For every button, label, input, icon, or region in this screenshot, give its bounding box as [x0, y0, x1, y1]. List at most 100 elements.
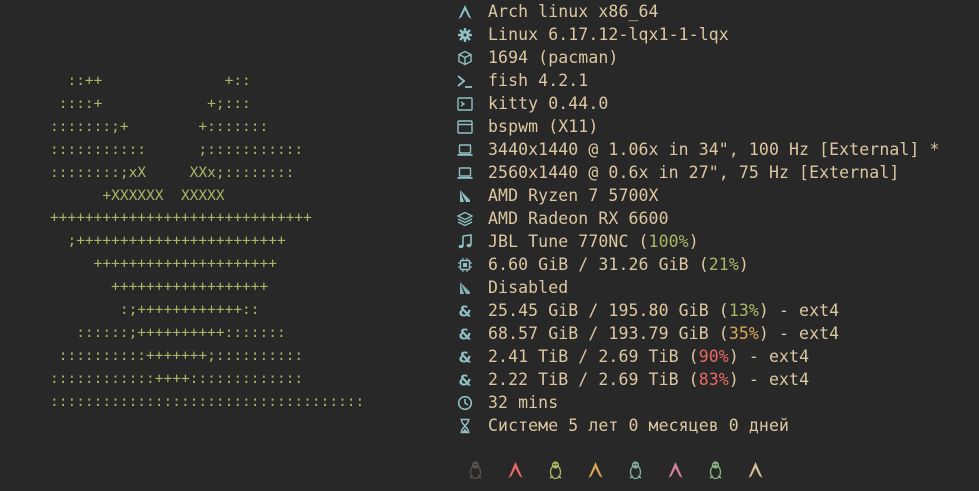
- info-text: 25.45 GiB / 195.80 GiB (: [488, 301, 729, 320]
- terminal-icon: [454, 92, 476, 115]
- info-value: Системе 5 лет 0 месяцев 0 дней: [488, 416, 789, 435]
- info-row: bspwm (X11): [454, 115, 940, 138]
- info-row: & 25.45 GiB / 195.80 GiB (13%) - ext4: [454, 299, 940, 322]
- info-value: Disabled: [488, 278, 568, 297]
- arch-icon: [735, 460, 775, 482]
- svg-text:&: &: [458, 372, 471, 388]
- tux-icon: [455, 460, 495, 482]
- ascii-line: ::::::::;xX XXx;::::::::: [50, 164, 295, 181]
- info-row: Linux 6.17.12-lqx1-1-lqx: [454, 23, 940, 46]
- arch-icon: [495, 460, 535, 482]
- info-text: 1694 (pacman): [488, 48, 619, 67]
- info-suffix: ): [688, 232, 699, 251]
- ascii-line: ++++++++++++++++++: [50, 279, 269, 296]
- cpu-chip-icon: [454, 184, 476, 207]
- info-value: Arch linux x86_64: [488, 2, 659, 21]
- ascii-line: :;++++++++++++::: [50, 302, 260, 319]
- info-value: 6.60 GiB / 31.26 GiB (21%): [488, 255, 749, 274]
- ampersand-disk-icon: &: [454, 322, 476, 345]
- ampersand-disk-icon: &: [454, 368, 476, 391]
- info-value: fish 4.2.1: [488, 71, 588, 90]
- info-text: 6.60 GiB / 31.26 GiB (: [488, 255, 709, 274]
- usage-percent: 35%: [728, 324, 759, 343]
- ascii-line: ::::::::::::++++:::::::::::::: [50, 370, 304, 387]
- window-icon: [454, 115, 476, 138]
- info-row: 32 mins: [454, 391, 940, 414]
- ascii-logo: ::++ +:: ::::+ +;::: :::::::;+ +::::::: …: [50, 70, 364, 414]
- info-text: bspwm (X11): [488, 117, 599, 136]
- info-suffix: ) - ext4: [758, 301, 840, 320]
- ascii-line: ++++++++++++++++++++++++++++++: [50, 210, 312, 227]
- info-text: Системе 5 лет 0 месяцев 0 дней: [488, 416, 790, 435]
- info-text: JBL Tune 770NC (: [488, 232, 649, 251]
- info-text: kitty 0.44.0: [488, 94, 609, 113]
- hourglass-icon: [454, 414, 476, 437]
- info-row: & 2.22 TiB / 2.69 TiB (83%) - ext4: [454, 368, 940, 391]
- info-suffix: ) - ext4: [728, 370, 810, 389]
- ascii-line: ::::::::::: ;:::::::::::: [50, 141, 304, 158]
- info-text: AMD Ryzen 7 5700X: [488, 186, 659, 205]
- info-text: 2560x1440 @ 0.6x in 27", 75 Hz [External…: [488, 163, 900, 182]
- color-palette: [455, 460, 775, 482]
- ascii-line: ;++++++++++++++++++++++++: [50, 233, 286, 250]
- arch-icon: [575, 460, 615, 482]
- gear-icon: [454, 23, 476, 46]
- info-value: AMD Radeon RX 6600: [488, 209, 669, 228]
- ascii-line: ::++ +::: [50, 73, 251, 89]
- info-text: Arch linux x86_64: [488, 2, 659, 21]
- info-suffix: ) - ext4: [758, 324, 840, 343]
- shell-prompt-icon: [454, 69, 476, 92]
- info-text: Linux 6.17.12-lqx1-1-lqx: [488, 25, 729, 44]
- terminal-window: ::++ +:: ::::+ +;::: :::::::;+ +::::::: …: [0, 0, 979, 491]
- info-text: fish 4.2.1: [488, 71, 589, 90]
- info-suffix: ): [738, 255, 749, 274]
- ascii-line: ::::::::::+++++++;::::::::::: [50, 347, 304, 364]
- info-text: 3440x1440 @ 1.06x in 34", 100 Hz [Extern…: [488, 140, 940, 159]
- info-text: 32 mins: [488, 393, 559, 412]
- usage-percent: 83%: [698, 370, 729, 389]
- info-value: bspwm (X11): [488, 117, 598, 136]
- info-value: 1694 (pacman): [488, 48, 618, 67]
- info-row: AMD Radeon RX 6600: [454, 207, 940, 230]
- info-value: 68.57 GiB / 193.79 GiB (35%) - ext4: [488, 324, 839, 343]
- info-row: Disabled: [454, 276, 940, 299]
- tux-icon: [615, 460, 655, 482]
- info-row: Arch linux x86_64: [454, 0, 940, 23]
- info-row: 6.60 GiB / 31.26 GiB (21%): [454, 253, 940, 276]
- info-text: 2.41 TiB / 2.69 TiB (: [488, 347, 699, 366]
- laptop-icon: [454, 161, 476, 184]
- info-text: AMD Radeon RX 6600: [488, 209, 669, 228]
- info-value: 32 mins: [488, 393, 558, 412]
- arch-icon: [454, 0, 476, 23]
- ampersand-disk-icon: &: [454, 345, 476, 368]
- info-text: 68.57 GiB / 193.79 GiB (: [488, 324, 729, 343]
- info-value: 2560x1440 @ 0.6x in 27", 75 Hz [External…: [488, 163, 899, 182]
- info-row: JBL Tune 770NC (100%): [454, 230, 940, 253]
- ascii-line: ::::::;++++++++++:::::::: [50, 324, 286, 341]
- info-value: 3440x1440 @ 1.06x in 34", 100 Hz [Extern…: [488, 140, 940, 159]
- tux-icon: [695, 460, 735, 482]
- info-text: Disabled: [488, 278, 569, 297]
- info-row: AMD Ryzen 7 5700X: [454, 184, 940, 207]
- clock-icon: [454, 391, 476, 414]
- info-value: JBL Tune 770NC (100%): [488, 232, 699, 251]
- info-value: Linux 6.17.12-lqx1-1-lqx: [488, 25, 729, 44]
- usage-percent: 90%: [698, 347, 729, 366]
- ascii-line: ::::+ +;:::: [50, 95, 251, 112]
- usage-percent: 100%: [648, 232, 689, 251]
- layers-icon: [454, 207, 476, 230]
- usage-percent: 21%: [708, 255, 739, 274]
- ascii-line: ::::::::::::::::::::::::::::::::::::: [50, 393, 365, 410]
- info-row: fish 4.2.1: [454, 69, 940, 92]
- info-value: 2.41 TiB / 2.69 TiB (90%) - ext4: [488, 347, 809, 366]
- info-row: 3440x1440 @ 1.06x in 34", 100 Hz [Extern…: [454, 138, 940, 161]
- arch-icon: [655, 460, 695, 482]
- ascii-line: +XXXXXX XXXXX: [50, 187, 225, 204]
- info-row: Системе 5 лет 0 месяцев 0 дней: [454, 414, 940, 437]
- info-row: & 68.57 GiB / 193.79 GiB (35%) - ext4: [454, 322, 940, 345]
- svg-text:&: &: [458, 349, 471, 365]
- svg-text:&: &: [458, 326, 471, 342]
- info-row: kitty 0.44.0: [454, 92, 940, 115]
- ascii-line: +++++++++++++++++++++: [50, 256, 277, 273]
- music-note-icon: [454, 230, 476, 253]
